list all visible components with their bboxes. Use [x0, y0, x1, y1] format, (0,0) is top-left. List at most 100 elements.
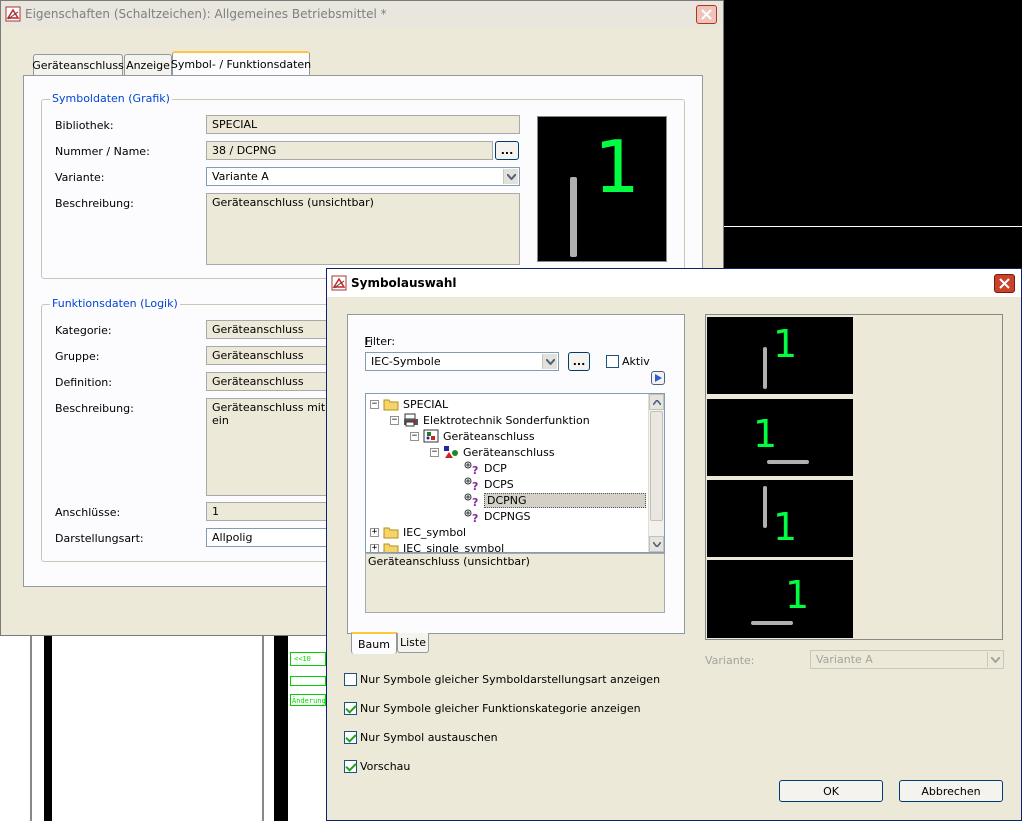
variant-select: Variante A [810, 650, 1004, 669]
symbol-selection-window: Symbolauswahl FFilter: IEC-Symbole ... A… [326, 268, 1022, 821]
option-checkbox-vorschau[interactable] [344, 760, 357, 773]
connections-field: 1 [206, 502, 336, 521]
printer-icon [403, 413, 419, 427]
tab-geraeteanschluss[interactable]: Geräteanschluss [32, 54, 124, 76]
preview-number: 1 [785, 573, 810, 617]
preview-connection-line [570, 177, 577, 257]
cad-label: Änderung [292, 697, 326, 705]
symbol-selection-titlebar[interactable]: Symbolauswahl [327, 269, 1021, 297]
category-label: Kategorie: [55, 324, 112, 337]
tab-baum[interactable]: Baum [351, 632, 397, 654]
preview-tile-1[interactable]: 1 [707, 317, 853, 394]
tab-anzeige[interactable]: Anzeige [124, 54, 172, 76]
svg-text:?: ? [472, 512, 478, 523]
shapes-icon [443, 445, 459, 459]
cad-line [722, 226, 1022, 227]
display-label: Darstellungsart: [55, 532, 144, 545]
ok-button[interactable]: OK [779, 780, 883, 802]
tab-label: Geräteanschluss [32, 59, 124, 72]
function-desc-label: Beschreibung: [55, 402, 134, 415]
tree-item[interactable]: + IEC_symbol [370, 524, 466, 540]
preview-connection-line [763, 347, 767, 389]
close-icon [701, 9, 712, 20]
tree-item-selected[interactable]: ? DCPNG [464, 492, 646, 509]
aktiv-label: Aktiv [622, 355, 650, 368]
tree-item-label: Elektrotechnik Sonderfunktion [423, 413, 590, 427]
group-title: Funktionsdaten (Logik) [50, 297, 180, 310]
library-field: SPECIAL [206, 115, 520, 134]
preview-connection-line [767, 460, 809, 464]
group-label: Gruppe: [55, 350, 100, 363]
aktiv-checkbox[interactable] [606, 355, 619, 368]
group-title: Symboldaten (Grafik) [50, 92, 172, 105]
expand-icon[interactable]: + [370, 527, 379, 537]
arrow-right-icon [654, 374, 662, 382]
tree-item-label: DCP [484, 461, 507, 475]
window-title: Eigenschaften (Schaltzeichen): Allgemein… [25, 7, 387, 21]
tab-label: Symbol- / Funktionsdaten [170, 58, 312, 71]
tab-label: Baum [358, 637, 390, 651]
symbol-icon: ? [464, 477, 480, 493]
collapse-icon[interactable]: − [390, 415, 399, 425]
display-select[interactable]: Allpolig [206, 528, 336, 547]
symbol-tree[interactable]: − SPECIAL − Elektrotechnik Sonderfunktio… [365, 393, 665, 553]
tree-item[interactable]: − Elektrotechnik Sonderfunktion [390, 412, 590, 428]
number-label: Nummer / Name: [55, 145, 150, 158]
close-icon [999, 278, 1010, 289]
chevron-down-icon[interactable] [503, 169, 518, 184]
browse-symbol-button[interactable]: ... [495, 141, 519, 160]
variant-select[interactable]: Variante A [206, 167, 520, 186]
tree-item[interactable]: − Geräteanschluss [430, 444, 555, 460]
filter-browse-button[interactable]: ... [568, 352, 590, 371]
symbol-icon: ? [464, 493, 480, 509]
scroll-up-button[interactable] [649, 394, 664, 410]
option-checkbox-symboldarstellungsart[interactable] [344, 673, 357, 686]
close-button[interactable] [994, 274, 1015, 293]
window-title: Symbolauswahl [351, 276, 457, 290]
cancel-button[interactable]: Abbrechen [899, 780, 1003, 802]
preview-tile-3[interactable]: 1 [707, 480, 853, 557]
connections-label: Anschlüsse: [55, 506, 121, 519]
option-checkbox-funktionskategorie[interactable] [344, 702, 357, 715]
cad-line [274, 636, 288, 821]
function-desc-field: Geräteanschluss mit ein [206, 398, 336, 496]
play-button[interactable] [651, 371, 665, 385]
desc-label: Beschreibung: [55, 197, 134, 210]
collapse-icon[interactable]: − [410, 431, 419, 441]
scroll-thumb[interactable] [650, 411, 663, 521]
close-button[interactable] [696, 5, 717, 24]
tree-item[interactable]: ? DCP [464, 460, 507, 477]
properties-titlebar[interactable]: Eigenschaften (Schaltzeichen): Allgemein… [1, 1, 723, 27]
filter-label-text: Filter: [364, 335, 396, 348]
tree-item[interactable]: − Geräteanschluss [410, 428, 535, 444]
tree-scrollbar[interactable] [648, 394, 664, 552]
expand-icon[interactable]: + [370, 543, 379, 552]
tree-item-label: DCPS [484, 477, 514, 491]
option-label: Vorschau [360, 760, 411, 773]
folder-icon [383, 525, 399, 539]
option-checkbox-austauschen[interactable] [344, 731, 357, 744]
preview-connection-line [751, 621, 793, 625]
definition-field: Geräteanschluss [206, 372, 336, 391]
svg-text:?: ? [472, 464, 478, 475]
tab-symbol-funktionsdaten[interactable]: Symbol- / Funktionsdaten [170, 51, 312, 76]
variant-value: Variante A [816, 653, 873, 666]
category-field: Geräteanschluss [206, 320, 336, 339]
tree-item-label: IEC_symbol [403, 525, 467, 539]
collapse-icon[interactable]: − [430, 447, 439, 457]
preview-tile-2[interactable]: 1 [707, 399, 853, 476]
chevron-down-icon [652, 541, 661, 547]
tree-item[interactable]: ? DCPS [464, 476, 514, 493]
definition-label: Definition: [55, 376, 112, 389]
tree-item[interactable]: + IEC_single_symbol [370, 540, 504, 552]
preview-tile-4[interactable]: 1 [707, 560, 853, 638]
cad-green-box [290, 676, 326, 686]
tree-item[interactable]: − SPECIAL [370, 396, 448, 412]
tree-item[interactable]: ? DCPNGS [464, 508, 531, 525]
scroll-down-button[interactable] [649, 536, 664, 552]
filter-select[interactable]: IEC-Symbole [365, 352, 559, 371]
chevron-down-icon[interactable] [542, 354, 557, 369]
cad-label: <<10 [294, 655, 311, 663]
collapse-icon[interactable]: − [370, 399, 379, 409]
tab-liste[interactable]: Liste [397, 633, 429, 653]
